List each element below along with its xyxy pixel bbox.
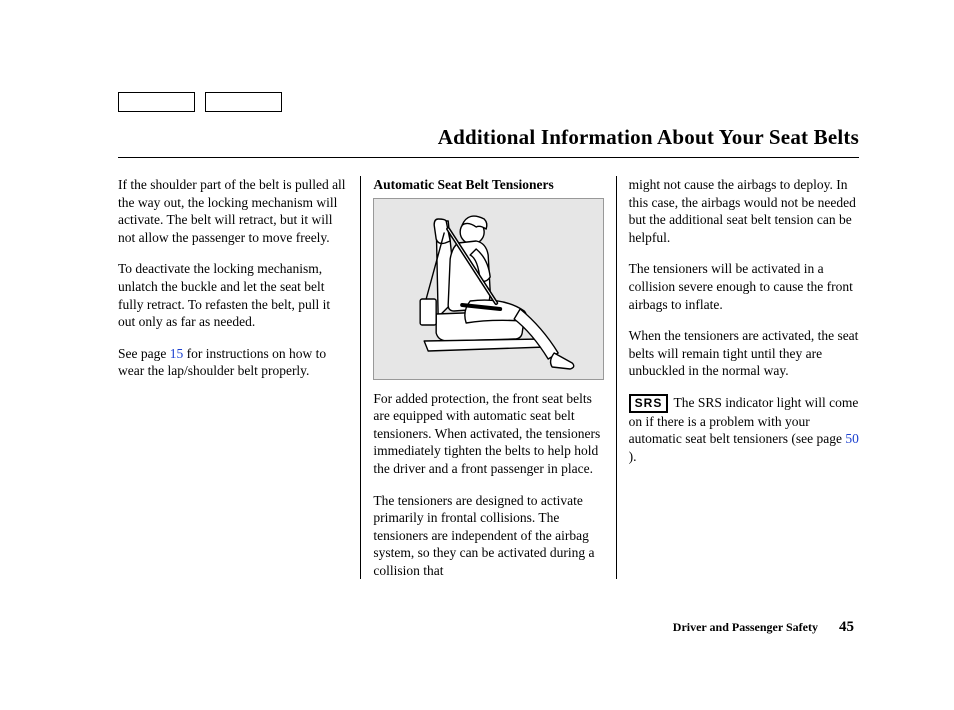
body-text: SRS The SRS indicator light will come on… bbox=[629, 394, 859, 466]
body-text: If the shoulder part of the belt is pull… bbox=[118, 176, 348, 246]
body-text: For added protection, the front seat bel… bbox=[373, 390, 603, 478]
srs-indicator-icon: SRS bbox=[629, 394, 669, 413]
page-number: 45 bbox=[839, 619, 854, 635]
header-boxes bbox=[118, 92, 292, 112]
page-link-15[interactable]: 15 bbox=[170, 346, 184, 361]
body-text: See page 15 for instructions on how to w… bbox=[118, 345, 348, 380]
page-footer: Driver and Passenger Safety 45 bbox=[673, 618, 854, 638]
column-1: If the shoulder part of the belt is pull… bbox=[118, 176, 361, 579]
manual-page: Additional Information About Your Seat B… bbox=[0, 0, 954, 710]
seat-belt-illustration bbox=[373, 198, 603, 380]
subheading: Automatic Seat Belt Tensioners bbox=[373, 176, 603, 194]
section-name: Driver and Passenger Safety bbox=[673, 620, 818, 634]
page-title: Additional Information About Your Seat B… bbox=[118, 124, 859, 151]
column-3: might not cause the airbags to deploy. I… bbox=[617, 176, 859, 579]
body-text: To deactivate the locking mechanism, unl… bbox=[118, 260, 348, 330]
columns: If the shoulder part of the belt is pull… bbox=[118, 176, 859, 579]
body-text: might not cause the airbags to deploy. I… bbox=[629, 176, 859, 246]
seated-person-with-seat-belt-icon bbox=[374, 199, 602, 379]
page-link-50[interactable]: 50 bbox=[845, 431, 859, 446]
body-text: The tensioners will be activated in a co… bbox=[629, 260, 859, 313]
header-box-2 bbox=[205, 92, 282, 112]
text: See page bbox=[118, 346, 170, 361]
title-rule bbox=[118, 157, 859, 158]
body-text: When the tensioners are activated, the s… bbox=[629, 327, 859, 380]
text: ). bbox=[629, 449, 637, 464]
column-2: Automatic Seat Belt Tensioners bbox=[361, 176, 616, 579]
header-box-1 bbox=[118, 92, 195, 112]
body-text: The tensioners are designed to activate … bbox=[373, 492, 603, 580]
